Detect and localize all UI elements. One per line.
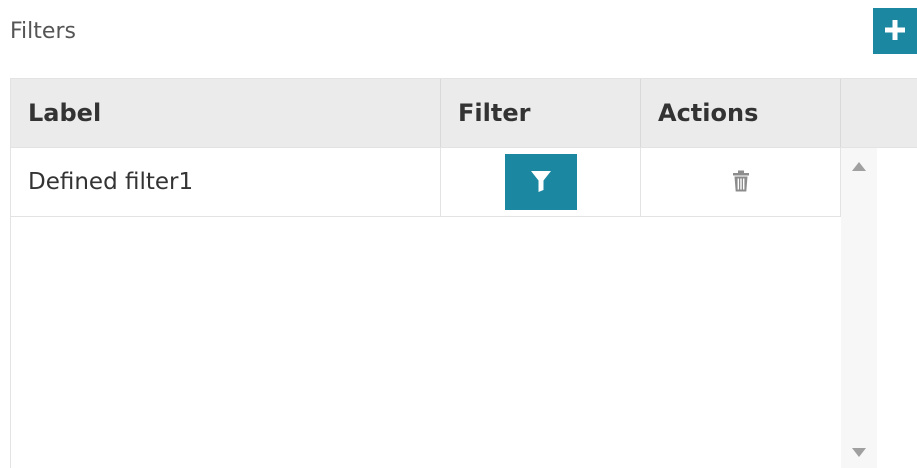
column-header-actions[interactable]: Actions: [641, 79, 841, 147]
section-title: Filters: [10, 19, 76, 44]
edit-filter-button[interactable]: [504, 154, 577, 210]
scroll-down-arrow[interactable]: [851, 446, 867, 458]
column-header-spacer: [841, 79, 917, 147]
actions-cell: [641, 148, 841, 216]
table-body: Defined filter1: [11, 148, 841, 468]
filter-cell: [441, 148, 641, 216]
plus-icon: [883, 18, 907, 45]
table-header: Label Filter Actions: [11, 78, 917, 148]
vertical-scrollbar[interactable]: [841, 148, 877, 468]
trash-icon: [731, 169, 751, 196]
column-header-filter[interactable]: Filter: [441, 79, 641, 147]
column-header-label[interactable]: Label: [11, 79, 441, 147]
filters-panel: Filters Label Filter Actions Defined fil…: [0, 0, 917, 468]
table-row[interactable]: Defined filter1: [11, 148, 841, 217]
add-filter-button[interactable]: [873, 8, 917, 54]
scroll-up-arrow[interactable]: [851, 160, 867, 172]
filter-label-cell: Defined filter1: [11, 148, 441, 216]
funnel-icon: [528, 168, 554, 197]
filters-table: Label Filter Actions Defined filter1: [10, 78, 917, 468]
delete-filter-button[interactable]: [726, 165, 756, 199]
